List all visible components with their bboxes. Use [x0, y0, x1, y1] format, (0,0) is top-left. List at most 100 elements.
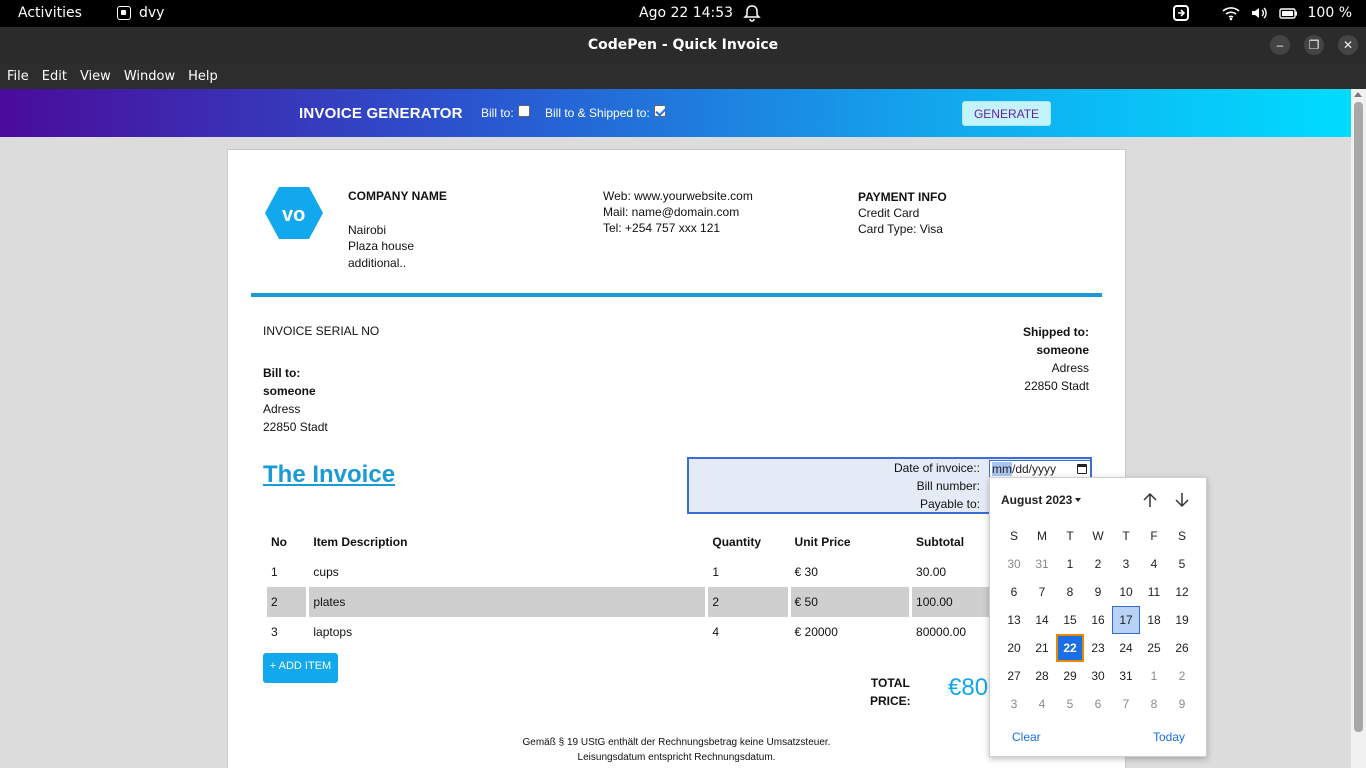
calendar-day[interactable]: 28 — [1028, 662, 1056, 690]
calendar-day[interactable]: 2 — [1084, 550, 1112, 578]
calendar-day[interactable]: 8 — [1140, 690, 1168, 718]
calendar-day[interactable]: 5 — [1056, 690, 1084, 718]
menu-edit[interactable]: Edit — [42, 69, 73, 84]
menu-view[interactable]: View — [80, 69, 117, 84]
calendar-day[interactable]: 16 — [1084, 606, 1112, 634]
date-rest-segment[interactable]: /dd/yyyy — [1012, 462, 1056, 476]
calendar-day[interactable]: 7 — [1112, 690, 1140, 718]
activities-button[interactable]: Activities — [18, 5, 82, 21]
bill-ship-checkbox[interactable] — [653, 105, 666, 117]
date-of-invoice-input[interactable]: mm/dd/yyyy — [989, 460, 1091, 478]
generate-button[interactable]: GENERATE — [962, 101, 1051, 126]
company-block: COMPANY NAME Nairobi Plaza house additio… — [348, 188, 447, 271]
minimize-button[interactable]: – — [1270, 35, 1290, 55]
calendar-day[interactable]: 9 — [1084, 578, 1112, 606]
calendar-day[interactable]: 31 — [1028, 550, 1056, 578]
calendar-day[interactable]: 13 — [1000, 606, 1028, 634]
calendar-day[interactable]: 24 — [1112, 634, 1140, 662]
menu-file[interactable]: File — [7, 69, 35, 84]
app-menu[interactable]: dvy — [117, 5, 164, 21]
system-tray[interactable]: 100 % — [1172, 4, 1352, 22]
menu-window[interactable]: Window — [124, 69, 181, 84]
calendar-day[interactable]: 1 — [1140, 662, 1168, 690]
calendar-day[interactable]: 30 — [1084, 662, 1112, 690]
date-month-segment[interactable]: mm — [992, 462, 1012, 476]
calendar-day[interactable]: 27 — [1000, 662, 1028, 690]
calendar-day[interactable]: 3 — [1000, 690, 1028, 718]
cell-description[interactable]: laptops — [309, 617, 705, 647]
calendar-day[interactable]: 4 — [1028, 690, 1056, 718]
calendar-day[interactable]: 8 — [1056, 578, 1084, 606]
scrollbar-thumb[interactable] — [1354, 102, 1363, 732]
window-titlebar: CodePen - Quick Invoice – ❐ ✕ — [0, 27, 1366, 64]
table-row[interactable]: 3 laptops 4 € 20000 80000.00 — [267, 617, 1001, 647]
table-row[interactable]: 1 cups 1 € 30 30.00 — [267, 557, 1001, 587]
bill-ship-label: Bill to & Shipped to: — [545, 106, 650, 120]
maximize-button[interactable]: ❐ — [1304, 35, 1324, 55]
cell-unit-price[interactable]: € 30 — [791, 557, 910, 587]
add-item-button[interactable]: + ADD ITEM — [263, 653, 338, 683]
calendar-day[interactable]: 29 — [1056, 662, 1084, 690]
ship-to-address: Adress — [1051, 361, 1089, 375]
weekday-header: M — [1037, 529, 1047, 543]
calendar-day[interactable]: 1 — [1056, 550, 1084, 578]
calendar-day[interactable]: 6 — [1084, 690, 1112, 718]
calendar-day[interactable]: 11 — [1140, 578, 1168, 606]
calendar-day[interactable]: 6 — [1000, 578, 1028, 606]
cell-description[interactable]: plates — [309, 587, 706, 617]
weekday-header: S — [1009, 529, 1018, 543]
calendar-day[interactable]: 9 — [1168, 690, 1196, 718]
month-year-selector[interactable]: August 2023 — [1001, 493, 1082, 507]
app-header: INVOICE GENERATOR Bill to: Bill to & Shi… — [0, 89, 1351, 137]
calendar-day[interactable]: 25 — [1140, 634, 1168, 662]
page-scrollbar[interactable] — [1351, 89, 1366, 768]
calendar-day[interactable]: 5 — [1168, 550, 1196, 578]
cell-quantity[interactable]: 2 — [708, 587, 788, 617]
calendar-day[interactable]: 2 — [1168, 662, 1196, 690]
weekday-header: W — [1092, 529, 1104, 543]
menu-help[interactable]: Help — [188, 69, 224, 84]
calendar-day[interactable]: 3 — [1112, 550, 1140, 578]
calendar-day[interactable]: 14 — [1028, 606, 1056, 634]
calendar-day[interactable]: 30 — [1000, 550, 1028, 578]
calendar-day[interactable]: 20 — [1000, 634, 1028, 662]
next-month-arrow-icon[interactable] — [1173, 491, 1191, 509]
calendar-day[interactable]: 19 — [1168, 606, 1196, 634]
cell-no: 1 — [271, 565, 278, 579]
calendar-day[interactable]: 7 — [1028, 578, 1056, 606]
clock[interactable]: Ago 22 14:53 — [639, 5, 733, 21]
company-line-3: additional.. — [348, 255, 407, 270]
cell-unit-price[interactable]: € 50 — [790, 587, 910, 617]
bill-to-block: Bill to: someone Adress 22850 Stadt — [263, 364, 328, 436]
calendar-day[interactable]: 15 — [1056, 606, 1084, 634]
calendar-icon[interactable] — [1077, 464, 1087, 474]
calendar-day[interactable]: 18 — [1140, 606, 1168, 634]
battery-icon — [1278, 8, 1297, 19]
calendar-day[interactable]: 4 — [1140, 550, 1168, 578]
company-line-1: Nairobi — [348, 222, 387, 237]
calendar-day[interactable]: 10 — [1112, 578, 1140, 606]
window-title: CodePen - Quick Invoice — [587, 37, 779, 53]
invoice-title: The Invoice — [263, 461, 396, 488]
calendar-day[interactable]: 12 — [1168, 578, 1196, 606]
cell-description[interactable]: cups — [309, 557, 705, 587]
calendar-day[interactable]: 21 — [1028, 634, 1056, 662]
bill-to-checkbox[interactable] — [517, 105, 530, 117]
cell-unit-price[interactable]: € 20000 — [791, 617, 910, 647]
calendar-day[interactable]: 26 — [1168, 634, 1196, 662]
calendar-day[interactable]: 31 — [1112, 662, 1140, 690]
scroll-up-arrow-icon[interactable] — [1354, 92, 1362, 97]
bill-to-name: someone — [263, 384, 316, 398]
calendar-day[interactable]: 23 — [1084, 634, 1112, 662]
today-button[interactable]: Today — [1153, 730, 1185, 744]
previous-month-arrow-icon[interactable] — [1141, 491, 1159, 509]
close-button[interactable]: ✕ — [1338, 35, 1358, 55]
cell-quantity[interactable]: 4 — [708, 617, 787, 647]
brand-title: INVOICE GENERATOR — [299, 105, 463, 122]
table-row[interactable]: 2 plates 2 € 50 100.00 — [267, 587, 1001, 617]
total-value: €80 — [948, 674, 989, 701]
calendar-day-selected[interactable]: 22 — [1056, 634, 1084, 662]
cell-quantity[interactable]: 1 — [708, 557, 787, 587]
calendar-day[interactable]: 17 — [1112, 606, 1140, 634]
clear-button[interactable]: Clear — [1012, 730, 1041, 744]
